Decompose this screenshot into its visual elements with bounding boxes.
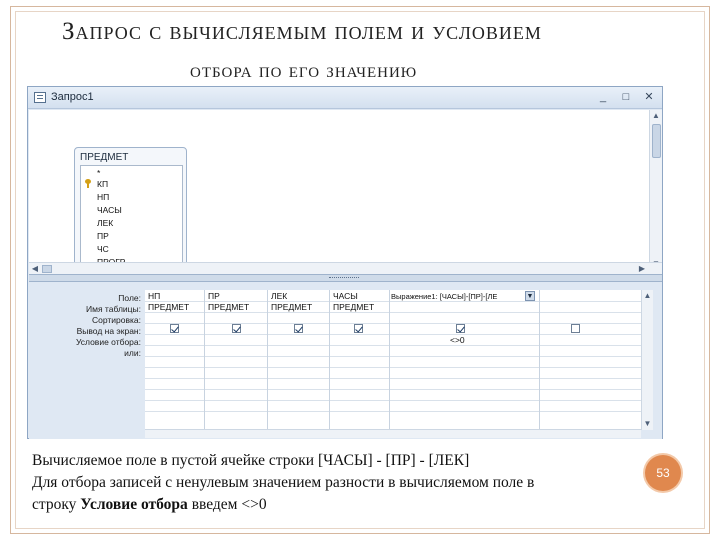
show-checkbox[interactable] — [456, 324, 465, 333]
grid-cell-field[interactable]: ЧАСЫ — [333, 291, 388, 302]
row-label-criteria: Условие отбора: — [75, 337, 141, 347]
caption-line3-suffix: введем <>0 — [187, 496, 267, 513]
field-list-item[interactable]: НП — [97, 192, 109, 202]
scroll-thumb[interactable] — [42, 265, 52, 273]
scroll-down-arrow-icon[interactable]: ▼ — [642, 418, 653, 429]
grid-vscroll[interactable]: ▲ ▼ — [641, 290, 653, 430]
grid-column — [390, 290, 540, 430]
slide-title-line1: Запрос с вычисляемым полем и условием — [62, 18, 542, 45]
table-box-predmet[interactable]: ПРЕДМЕТ * КП НП ЧАСЫ ЛЕК ПР ЧС ПРОГР — [74, 147, 187, 276]
table-pane-hscroll[interactable]: ◀ ▶ — [29, 262, 662, 274]
slide-title-line2: отбора по его значению — [190, 58, 418, 82]
scroll-up-arrow-icon[interactable]: ▲ — [642, 290, 653, 301]
grid-cell-field[interactable]: ПР — [208, 291, 266, 302]
row-label-field: Поле: — [118, 293, 141, 303]
show-checkbox[interactable] — [294, 324, 303, 333]
caption-line1: Вычисляемое поле в пустой ячейке строки … — [32, 452, 470, 469]
caption-line3: строку Условие отбора введем <>0 — [32, 495, 267, 515]
scroll-thumb[interactable] — [652, 124, 661, 158]
grid-hscroll[interactable] — [145, 429, 641, 438]
row-label-show: Вывод на экран: — [76, 326, 141, 336]
maximize-button[interactable]: □ — [618, 90, 634, 105]
minimize-button[interactable]: _ — [595, 90, 611, 105]
caption-line3-bold: Условие отбора — [80, 496, 188, 513]
close-button[interactable]: ✕ — [641, 90, 657, 105]
field-list-item[interactable]: КП — [97, 179, 108, 189]
page-number-badge: 53 — [645, 455, 681, 491]
table-pane: ПРЕДМЕТ * КП НП ЧАСЫ ЛЕК ПР ЧС ПРОГР — [29, 110, 649, 276]
criteria-cell[interactable]: <>0 — [450, 335, 465, 346]
field-list: * КП НП ЧАСЫ ЛЕК ПР ЧС ПРОГР — [80, 165, 183, 271]
window-titlebar[interactable]: Запрос1 _ □ ✕ — [28, 87, 662, 109]
row-label-sort: Сортировка: — [91, 315, 141, 325]
show-checkbox[interactable] — [232, 324, 241, 333]
caption-line3-prefix: строку — [32, 496, 81, 513]
field-list-item[interactable]: ЧАСЫ — [97, 205, 122, 215]
grid-cell-table[interactable]: ПРЕДМЕТ — [333, 302, 388, 313]
table-box-title: ПРЕДМЕТ — [80, 152, 129, 163]
design-grid-pane: Поле: Имя таблицы: Сортировка: Вывод на … — [29, 282, 662, 439]
pane-splitter[interactable] — [29, 274, 662, 282]
scroll-up-arrow-icon[interactable]: ▲ — [650, 110, 662, 122]
grid-column — [540, 290, 641, 430]
grid-cell-table[interactable]: ПРЕДМЕТ — [148, 302, 203, 313]
field-list-item[interactable]: ЧС — [97, 244, 109, 254]
row-label-or: или: — [124, 348, 141, 358]
table-pane-vscroll[interactable]: ▲ ▼ — [649, 110, 662, 270]
caption-line2: Для отбора записей с ненулевым значением… — [32, 474, 535, 491]
query-icon — [34, 92, 46, 103]
grid-cell-field[interactable]: НП — [148, 291, 203, 302]
row-label-table: Имя таблицы: — [86, 304, 141, 314]
field-list-item[interactable]: * — [97, 168, 100, 178]
show-checkbox[interactable] — [170, 324, 179, 333]
field-list-item[interactable]: ЛЕК — [97, 218, 113, 228]
grid-cell-table[interactable]: ПРЕДМЕТ — [208, 302, 266, 313]
query-window: Запрос1 _ □ ✕ ПРЕДМЕТ * КП НП ЧАСЫ ЛЕК П… — [27, 86, 663, 439]
splitter-grip — [329, 277, 359, 279]
design-grid[interactable]: НП ПРЕДМЕТ ПР ПРЕДМЕТ ЛЕК ПРЕДМЕТ ЧАСЫ П… — [145, 290, 641, 430]
chevron-down-icon[interactable]: ▼ — [525, 291, 535, 301]
show-checkbox[interactable] — [354, 324, 363, 333]
window-title: Запрос1 — [51, 91, 94, 103]
primary-key-icon — [85, 179, 92, 188]
grid-cell-table[interactable]: ПРЕДМЕТ — [271, 302, 328, 313]
expression-field-input[interactable]: Выражение1: [ЧАСЫ]-[ПР]-[ЛЕ — [391, 291, 523, 302]
field-list-item[interactable]: ПР — [97, 231, 109, 241]
grid-cell-field[interactable]: ЛЕК — [271, 291, 328, 302]
show-checkbox[interactable] — [571, 324, 580, 333]
